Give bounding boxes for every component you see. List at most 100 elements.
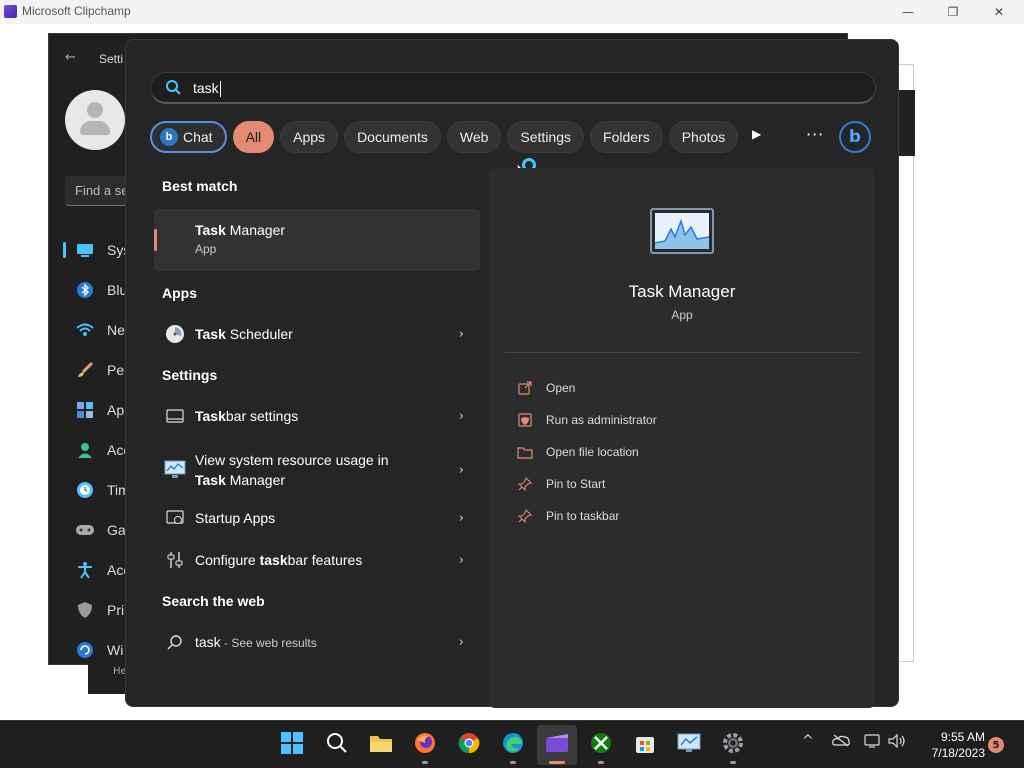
xbox-icon bbox=[590, 732, 612, 758]
gear-icon bbox=[722, 732, 744, 758]
restore-button[interactable]: ❐ bbox=[930, 0, 976, 24]
taskbar-settings[interactable] bbox=[713, 725, 753, 765]
tray-overflow-chevron-icon[interactable]: ^ bbox=[802, 733, 814, 749]
gaming-icon bbox=[75, 520, 95, 540]
filter-web[interactable]: Web bbox=[446, 121, 502, 153]
web-query: task bbox=[195, 633, 221, 650]
action-pin-to-taskbar[interactable]: Pin to taskbar bbox=[517, 500, 657, 532]
details-app-name: Task Manager bbox=[628, 282, 736, 301]
features-icon bbox=[164, 549, 186, 571]
web-suffix: - See web results bbox=[220, 635, 317, 650]
taskbar-control-panel[interactable] bbox=[669, 725, 709, 765]
control-panel-icon bbox=[677, 733, 701, 757]
details-divider bbox=[505, 352, 859, 353]
result-web-search[interactable]: task - See web results › bbox=[154, 622, 480, 662]
result-system-resource-usage[interactable]: View system resource usage in Task Manage… bbox=[154, 447, 480, 493]
filter-photos[interactable]: Photos bbox=[668, 121, 739, 153]
filter-label: Chat bbox=[183, 129, 213, 145]
shield-icon bbox=[75, 600, 95, 620]
volume-icon[interactable] bbox=[888, 733, 906, 753]
taskbar-store[interactable] bbox=[625, 725, 665, 765]
best-match-type: App bbox=[195, 242, 217, 256]
chevron-right-icon: › bbox=[458, 552, 464, 568]
action-open-file-location[interactable]: Open file location bbox=[517, 436, 657, 468]
name-highlight: task bbox=[259, 552, 288, 568]
clock-date: 7/18/2023 bbox=[931, 746, 985, 760]
search-input[interactable]: task bbox=[150, 72, 876, 104]
clock[interactable]: 9:55 AM 7/18/2023 bbox=[915, 729, 985, 761]
text-caret bbox=[219, 81, 221, 98]
filter-all[interactable]: All bbox=[232, 121, 275, 153]
action-label: Pin to taskbar bbox=[546, 509, 620, 523]
chrome-icon bbox=[458, 732, 480, 758]
bing-chat-button[interactable]: b bbox=[839, 121, 871, 153]
nav-item-label: Ga bbox=[107, 522, 126, 538]
taskbar: ^ 9:55 AM 7/18/2023 bbox=[0, 720, 1024, 768]
best-match-item[interactable]: Task Manager App bbox=[154, 209, 480, 271]
firefox-icon bbox=[414, 732, 436, 758]
chevron-right-icon: › bbox=[458, 462, 464, 478]
clipchamp-logo-icon bbox=[4, 5, 17, 18]
update-icon bbox=[75, 640, 95, 660]
running-indicator bbox=[549, 761, 565, 764]
folder-icon bbox=[369, 733, 393, 757]
action-pin-to-start[interactable]: Pin to Start bbox=[517, 468, 657, 500]
taskbar-chrome[interactable] bbox=[449, 725, 489, 765]
more-options-button[interactable]: ··· bbox=[806, 125, 824, 144]
taskbar-firefox[interactable] bbox=[405, 725, 445, 765]
result-line1: View system resource usage in bbox=[195, 452, 389, 468]
avatar[interactable] bbox=[65, 90, 125, 150]
edge-icon bbox=[502, 732, 524, 758]
filter-documents[interactable]: Documents bbox=[344, 121, 441, 153]
result-label: Startup Apps bbox=[195, 510, 276, 526]
action-label: Open file location bbox=[546, 445, 639, 459]
action-open[interactable]: Open bbox=[517, 372, 657, 404]
action-run-as-admin[interactable]: Run as administrator bbox=[517, 404, 657, 436]
minimize-button[interactable]: — bbox=[885, 0, 931, 24]
filter-apps[interactable]: Apps bbox=[280, 121, 339, 153]
action-label: Open bbox=[546, 381, 576, 395]
play-icon[interactable]: ▶ bbox=[752, 127, 761, 141]
apps-heading: Apps bbox=[162, 285, 197, 301]
bing-icon: b bbox=[160, 128, 178, 146]
clipchamp-icon bbox=[545, 733, 569, 757]
network-icon[interactable] bbox=[864, 733, 882, 753]
filter-folders[interactable]: Folders bbox=[590, 121, 663, 153]
running-indicator bbox=[730, 761, 736, 764]
name-pre: Configure bbox=[195, 552, 260, 568]
shield-admin-icon bbox=[517, 412, 533, 428]
search-web-heading: Search the web bbox=[162, 593, 265, 609]
name-rest: Manager bbox=[225, 472, 286, 488]
nav-item-label: Ap bbox=[107, 402, 125, 418]
chevron-right-icon: › bbox=[458, 326, 464, 342]
task-manager-icon bbox=[650, 208, 714, 254]
result-configure-taskbar[interactable]: Configure taskbar features › bbox=[154, 540, 480, 580]
back-arrow-icon[interactable]: ← bbox=[65, 50, 76, 65]
name-highlight: Task bbox=[195, 222, 226, 238]
name-rest: Manager bbox=[225, 222, 286, 238]
start-button[interactable] bbox=[272, 725, 312, 765]
chevron-right-icon: › bbox=[458, 510, 464, 526]
result-taskbar-settings[interactable]: Taskbar settings › bbox=[154, 396, 480, 436]
result-startup-apps[interactable]: Startup Apps › bbox=[154, 498, 480, 538]
filter-chat[interactable]: b Chat bbox=[150, 121, 227, 153]
taskbar-edge[interactable] bbox=[493, 725, 533, 765]
notification-badge[interactable]: 5 bbox=[988, 737, 1004, 753]
settings-title: Setti bbox=[99, 52, 124, 66]
settings-heading: Settings bbox=[162, 367, 218, 383]
taskbar-search-button[interactable] bbox=[317, 725, 357, 765]
onedrive-icon[interactable] bbox=[832, 733, 850, 751]
open-icon bbox=[517, 380, 533, 396]
taskbar-file-explorer[interactable] bbox=[361, 725, 401, 765]
result-task-scheduler[interactable]: Task Scheduler › bbox=[154, 314, 480, 354]
taskbar-clipchamp[interactable] bbox=[537, 725, 577, 765]
brush-icon bbox=[75, 360, 95, 380]
start-search-panel: task b Chat All Apps Documents Web Setti… bbox=[125, 39, 899, 708]
search-query: task bbox=[193, 80, 219, 96]
close-button[interactable]: ✕ bbox=[976, 0, 1022, 24]
filter-settings[interactable]: Settings bbox=[507, 121, 585, 153]
taskbar-icon bbox=[164, 405, 186, 427]
taskbar-xbox[interactable] bbox=[581, 725, 621, 765]
folder-icon bbox=[517, 444, 533, 460]
avatar-body-icon bbox=[80, 121, 110, 135]
